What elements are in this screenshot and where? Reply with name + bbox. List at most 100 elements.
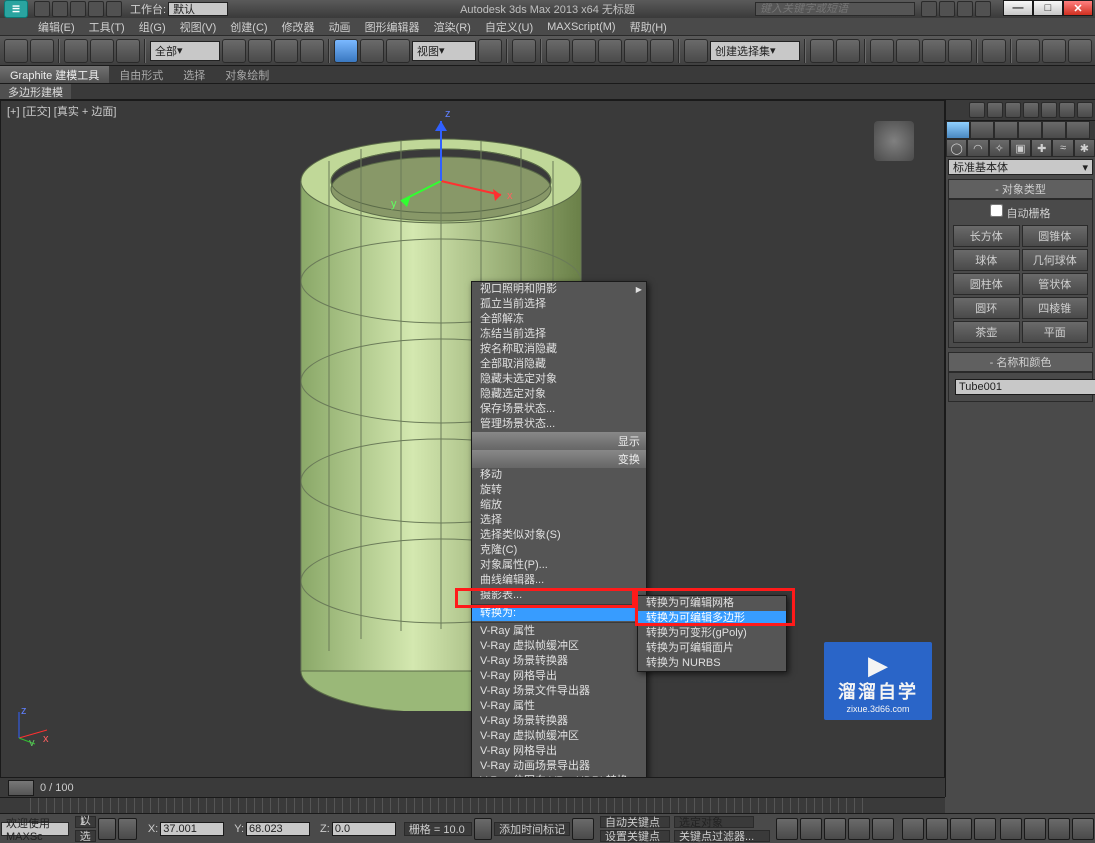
key-mode-icon[interactable] bbox=[572, 818, 594, 840]
ctx-unhide-by-name[interactable]: 按名称取消隐藏 bbox=[472, 342, 646, 357]
prim-sphere-button[interactable]: 球体 bbox=[953, 249, 1020, 271]
panel-tab-create-icon[interactable] bbox=[946, 121, 970, 139]
ctx-viewport-lighting[interactable]: 视口照明和阴影 bbox=[472, 282, 646, 297]
create-cameras-icon[interactable]: ▣ bbox=[1010, 139, 1031, 157]
nav-pan-view-icon[interactable] bbox=[1024, 818, 1046, 840]
play-icon[interactable] bbox=[824, 818, 846, 840]
create-systems-icon[interactable]: ✱ bbox=[1074, 139, 1095, 157]
auto-key-button[interactable]: 自动关键点 bbox=[600, 816, 670, 828]
ctx-unhide-all[interactable]: 全部取消隐藏 bbox=[472, 357, 646, 372]
vp-shade-icon[interactable] bbox=[969, 102, 985, 118]
vp-edged-icon[interactable] bbox=[987, 102, 1003, 118]
signin-icon[interactable] bbox=[939, 1, 955, 17]
ctx-scale[interactable]: 缩放 bbox=[472, 498, 646, 513]
schematic-view-icon[interactable] bbox=[948, 39, 972, 63]
create-geometry-icon[interactable]: ◯ bbox=[946, 139, 967, 157]
select-manipulate-icon[interactable] bbox=[512, 39, 536, 63]
panel-tab-utilities-icon[interactable] bbox=[1066, 121, 1090, 139]
vp-light-icon[interactable] bbox=[1005, 102, 1021, 118]
create-shapes-icon[interactable]: ◠ bbox=[967, 139, 988, 157]
menu-customize[interactable]: 自定义(U) bbox=[485, 19, 533, 35]
viewport[interactable]: [+] [正交] [真实 + 边面] bbox=[0, 100, 945, 797]
object-name-input[interactable] bbox=[955, 379, 1095, 395]
convert-editable-poly[interactable]: 转换为可编辑多边形 bbox=[638, 611, 786, 626]
named-selection-set[interactable]: 创建选择集 ▾ bbox=[710, 41, 800, 61]
ctx-vray-mesh-export-2[interactable]: V-Ray 网格导出 bbox=[472, 744, 646, 759]
menu-help[interactable]: 帮助(H) bbox=[630, 19, 667, 35]
use-pivot-icon[interactable] bbox=[478, 39, 502, 63]
coord-x-input[interactable] bbox=[160, 822, 224, 836]
viewcube-icon[interactable] bbox=[874, 121, 914, 161]
rollout-object-type-header[interactable]: - 对象类型 bbox=[948, 179, 1093, 199]
ctx-freeze-selection[interactable]: 冻结当前选择 bbox=[472, 327, 646, 342]
select-scale-icon[interactable] bbox=[386, 39, 410, 63]
prim-torus-button[interactable]: 圆环 bbox=[953, 297, 1020, 319]
menu-animation[interactable]: 动画 bbox=[329, 19, 351, 35]
select-rotate-icon[interactable] bbox=[360, 39, 384, 63]
ctx-convert-to[interactable]: 转换为: bbox=[472, 606, 646, 621]
window-crossing-icon[interactable] bbox=[300, 39, 324, 63]
vp-iso-icon[interactable] bbox=[1041, 102, 1057, 118]
ctx-curve-editor[interactable]: 曲线编辑器... bbox=[472, 573, 646, 588]
convert-nurbs[interactable]: 转换为 NURBS bbox=[638, 656, 786, 671]
menu-grapheditors[interactable]: 图形编辑器 bbox=[365, 19, 420, 35]
angle-snap-icon[interactable] bbox=[598, 39, 622, 63]
ctx-dope-sheet[interactable]: 摄影表... bbox=[472, 588, 646, 603]
rollout-name-color-header[interactable]: - 名称和颜色 bbox=[948, 352, 1093, 372]
percent-snap-icon[interactable] bbox=[624, 39, 648, 63]
autogrid-checkbox[interactable] bbox=[990, 204, 1003, 217]
key-filters-button[interactable]: 关键点过滤器... bbox=[674, 830, 770, 842]
ctx-vray-properties[interactable]: V-Ray 属性 bbox=[472, 624, 646, 639]
prim-cylinder-button[interactable]: 圆柱体 bbox=[953, 273, 1020, 295]
ribbon-panel-polymodeling[interactable]: 多边形建模 bbox=[0, 84, 71, 99]
convert-editable-mesh[interactable]: 转换为可编辑网格 bbox=[638, 596, 786, 611]
ribbon-toggle-icon[interactable] bbox=[896, 39, 920, 63]
ctx-vray-vfb-2[interactable]: V-Ray 虚拟帧缓冲区 bbox=[472, 729, 646, 744]
set-key-button[interactable]: 设置关键点 bbox=[600, 830, 670, 842]
snap-toggle-2d-icon[interactable] bbox=[572, 39, 596, 63]
nav-zoom-extents-icon[interactable] bbox=[974, 818, 996, 840]
ctx-rotate[interactable]: 旋转 bbox=[472, 483, 646, 498]
keyboard-shortcut-icon[interactable] bbox=[546, 39, 570, 63]
prim-teapot-button[interactable]: 茶壶 bbox=[953, 321, 1020, 343]
add-time-tag[interactable]: 添加时间标记 bbox=[494, 822, 570, 836]
select-region-icon[interactable] bbox=[274, 39, 298, 63]
ctx-vray-scene-converter[interactable]: V-Ray 场景转换器 bbox=[472, 654, 646, 669]
ctx-object-properties[interactable]: 对象属性(P)... bbox=[472, 558, 646, 573]
select-object-icon[interactable] bbox=[222, 39, 246, 63]
selected-object-nav[interactable]: 选定对象 bbox=[674, 816, 754, 828]
app-menu-icon[interactable]: ☰ bbox=[4, 0, 28, 18]
goto-end-icon[interactable] bbox=[872, 818, 894, 840]
geometry-category-dropdown[interactable]: 标准基本体▾ bbox=[948, 159, 1093, 175]
render-setup-icon[interactable] bbox=[1016, 39, 1040, 63]
panel-tab-hierarchy-icon[interactable] bbox=[994, 121, 1018, 139]
infocenter-icon[interactable] bbox=[921, 1, 937, 17]
menu-modifiers[interactable]: 修改器 bbox=[282, 19, 315, 35]
favorites-icon[interactable] bbox=[957, 1, 973, 17]
panel-tab-motion-icon[interactable] bbox=[1018, 121, 1042, 139]
redo-icon[interactable] bbox=[30, 39, 54, 63]
create-lights-icon[interactable]: ✧ bbox=[989, 139, 1010, 157]
ribbon-tab-objectpaint[interactable]: 对象绘制 bbox=[215, 66, 279, 83]
nav-pan-icon[interactable] bbox=[902, 818, 924, 840]
ctx-vray-mesh-export[interactable]: V-Ray 网格导出 bbox=[472, 669, 646, 684]
ctx-vray-vfb[interactable]: V-Ray 虚拟帧缓冲区 bbox=[472, 639, 646, 654]
ctx-vray-scene-converter-2[interactable]: V-Ray 场景转换器 bbox=[472, 714, 646, 729]
prim-plane-button[interactable]: 平面 bbox=[1022, 321, 1089, 343]
qat-new-icon[interactable] bbox=[34, 1, 50, 17]
minimize-button[interactable]: — bbox=[1003, 0, 1033, 16]
ctx-vray-anim-exporter[interactable]: V-Ray 动画场景导出器 bbox=[472, 759, 646, 774]
undo-icon[interactable] bbox=[4, 39, 28, 63]
panel-tab-display-icon[interactable] bbox=[1042, 121, 1066, 139]
selection-lock-icon[interactable] bbox=[98, 818, 117, 840]
spinner-snap-icon[interactable] bbox=[650, 39, 674, 63]
time-slider[interactable]: 0 / 100 bbox=[0, 777, 945, 797]
menu-edit[interactable]: 编辑(E) bbox=[38, 19, 75, 35]
help-icon[interactable] bbox=[975, 1, 991, 17]
prim-pyramid-button[interactable]: 四棱锥 bbox=[1022, 297, 1089, 319]
menu-create[interactable]: 创建(C) bbox=[230, 19, 267, 35]
goto-start-icon[interactable] bbox=[776, 818, 798, 840]
maximize-button[interactable]: □ bbox=[1033, 0, 1063, 16]
ctx-unfreeze-all[interactable]: 全部解冻 bbox=[472, 312, 646, 327]
convert-editable-patch[interactable]: 转换为可编辑面片 bbox=[638, 641, 786, 656]
